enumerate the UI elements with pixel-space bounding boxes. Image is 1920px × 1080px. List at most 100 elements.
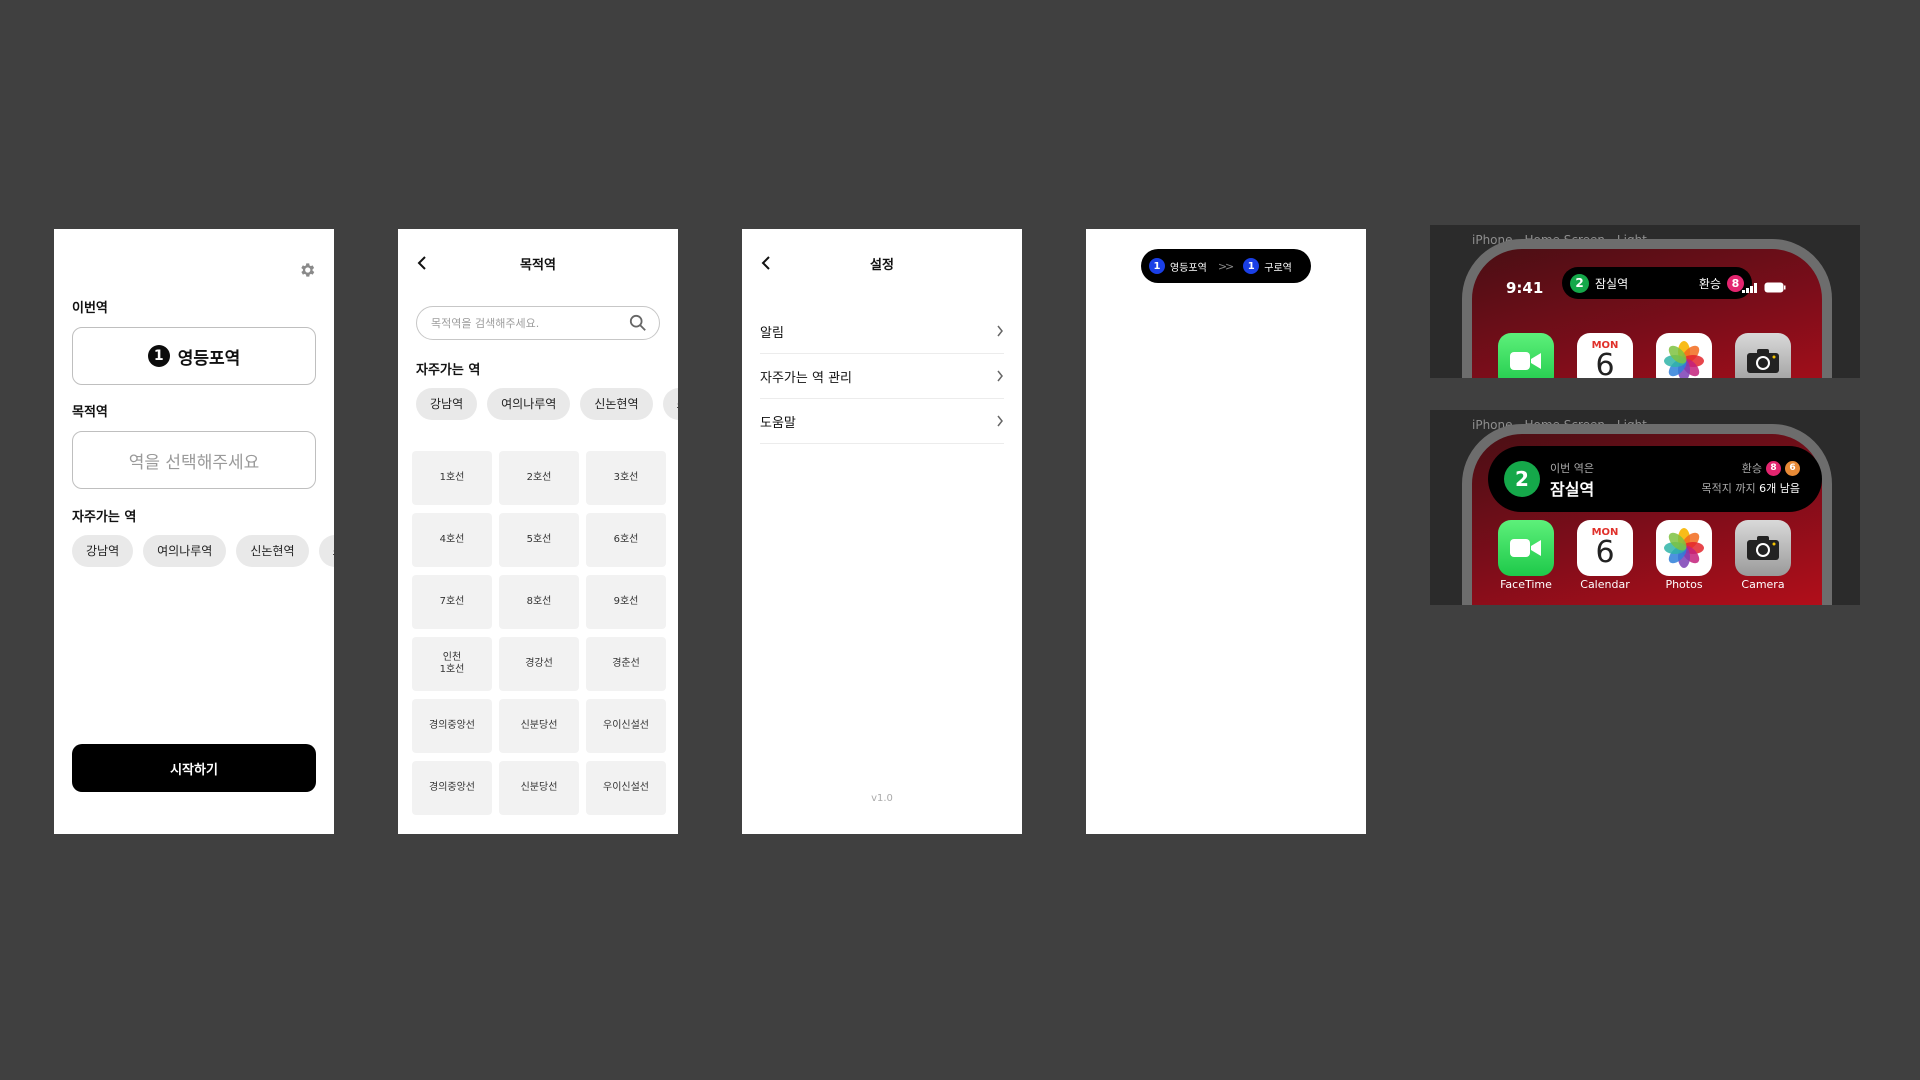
dynamic-island-compact: 2 잠실역 환승 8: [1562, 267, 1752, 299]
settings-screen: 설정 알림 자주가는 역 관리 도움말 v1.0: [742, 229, 1022, 834]
header: 설정: [742, 251, 1022, 275]
subway-line-cell[interactable]: 1호선: [412, 451, 492, 505]
destination-field[interactable]: 역을 선택해주세요: [72, 431, 316, 489]
transfer-label: 환승: [1698, 276, 1721, 291]
app-calendar[interactable]: MON 6 Calendar: [1577, 520, 1633, 591]
frequent-stations-chips: 강남역 여의나루역 신논현역 스: [72, 535, 334, 567]
menu-item-label: 자주가는 역 관리: [760, 370, 852, 386]
current-station-field[interactable]: 1 영등포역: [72, 327, 316, 385]
current-station: 잠실역: [1595, 276, 1629, 291]
dynamic-island-route: 1 영등포역 >> 1 구로역: [1141, 249, 1311, 283]
transfer-line-badge: 6: [1785, 460, 1800, 476]
station-chip[interactable]: 강남역: [416, 388, 478, 420]
subway-line-cell[interactable]: 5호선: [499, 513, 579, 567]
page-title: 설정: [870, 258, 894, 273]
photos-icon: [1656, 520, 1712, 576]
search-icon[interactable]: [629, 314, 647, 332]
from-line-badge: 1: [1149, 258, 1165, 274]
station-search-input[interactable]: 목적역을 검색해주세요.: [416, 306, 660, 340]
phone-frame: 2 이번 역은 잠실역 환승 8 6 목적지 까지 6개 남음 FaceTime: [1462, 424, 1832, 605]
subway-line-cell[interactable]: 경강선: [499, 637, 579, 691]
frequent-stations-chips: 강남역 여의나루역 신논현역 스: [416, 388, 678, 420]
subway-line-cell[interactable]: 신분당선: [499, 761, 579, 815]
signal-icon: [1742, 282, 1757, 293]
camera-icon: [1735, 333, 1791, 378]
station-chip[interactable]: 여의나루역: [487, 388, 571, 420]
menu-item-label: 도움말: [760, 415, 796, 431]
app-name: Camera: [1741, 578, 1785, 591]
destination-screen: 목적역 목적역을 검색해주세요. 자주가는 역 강남역 여의나루역 신논현역 스…: [398, 229, 678, 834]
app-camera[interactable]: [1735, 333, 1791, 378]
subway-line-cell[interactable]: 8호선: [499, 575, 579, 629]
current-station-name: 영등포역: [177, 348, 241, 369]
menu-item-frequent-stations[interactable]: 자주가는 역 관리: [760, 354, 1004, 399]
facetime-icon: [1498, 520, 1554, 576]
menu-item-label: 알림: [760, 325, 784, 341]
header: 목적역: [398, 251, 678, 275]
subway-line-cell[interactable]: 경의중앙선: [412, 761, 492, 815]
line-badge: 2: [1504, 461, 1540, 497]
status-icons: [1742, 282, 1786, 293]
station-chip[interactable]: 신논현역: [580, 388, 653, 420]
app-facetime[interactable]: FaceTime: [1498, 520, 1554, 591]
subway-line-cell[interactable]: 인천 1호선: [412, 637, 492, 691]
line-badge: 1: [147, 345, 170, 367]
page-title: 목적역: [520, 258, 556, 273]
subway-line-cell[interactable]: 4호선: [412, 513, 492, 567]
subway-line-cell[interactable]: 경춘선: [586, 637, 666, 691]
subway-line-cell[interactable]: 6호선: [586, 513, 666, 567]
chevron-right-icon: [997, 325, 1003, 337]
station-chip[interactable]: 스: [318, 535, 334, 567]
current-station: 잠실역: [1550, 480, 1595, 499]
status-time: 9:41: [1506, 279, 1544, 297]
menu-item-help[interactable]: 도움말: [760, 399, 1004, 444]
route-arrows-icon: >>: [1217, 259, 1235, 273]
settings-gear-icon[interactable]: [298, 261, 316, 279]
subway-line-cell[interactable]: 7호선: [412, 575, 492, 629]
iphone-preview-expanded: iPhone - Home Screen - Light 2 이번 역은 잠실역…: [1430, 410, 1860, 605]
transfer-line-badge: 8: [1766, 460, 1781, 476]
app-photos[interactable]: [1656, 333, 1712, 378]
chevron-right-icon: [997, 370, 1003, 382]
station-chip[interactable]: 여의나루역: [143, 535, 227, 567]
remaining-prefix: 목적지 까지: [1701, 482, 1756, 495]
subway-line-cell[interactable]: 경의중앙선: [412, 699, 492, 753]
subway-line-cell[interactable]: 우이신설선: [586, 761, 666, 815]
app-name: FaceTime: [1500, 578, 1552, 591]
app-facetime[interactable]: [1498, 333, 1554, 378]
subway-line-grid: 1호선 2호선 3호선 4호선 5호선 6호선 7호선 8호선 9호선인천 1호선 경강선 경춘선경…: [412, 451, 666, 815]
app-version: v1.0: [871, 793, 893, 804]
app-photos[interactable]: Photos: [1656, 520, 1712, 591]
dynamic-island-screen: 1 영등포역 >> 1 구로역: [1086, 229, 1366, 834]
subway-line-cell[interactable]: 신분당선: [499, 699, 579, 753]
calendar-icon: MON 6: [1577, 333, 1633, 378]
calendar-day: 6: [1595, 535, 1615, 570]
remaining-count: 6개 남음: [1759, 482, 1800, 495]
app-calendar[interactable]: MON 6: [1577, 333, 1633, 378]
this-station-label: 이번 역은: [1550, 462, 1594, 475]
calendar-icon: MON 6: [1577, 520, 1633, 576]
start-button[interactable]: 시작하기: [72, 744, 316, 792]
menu-item-notifications[interactable]: 알림: [760, 309, 1004, 354]
search-placeholder: 목적역을 검색해주세요.: [431, 317, 540, 330]
frequent-stations-label: 자주가는 역: [416, 363, 481, 378]
app-camera[interactable]: Camera: [1735, 520, 1791, 591]
transfer-info: 환승 8 6: [1742, 460, 1800, 476]
phone-frame: 9:41 2 잠실역 환승 8 MON 6: [1462, 239, 1832, 378]
frequent-stations-label: 자주가는 역: [72, 510, 137, 525]
station-chip[interactable]: 신논현역: [236, 535, 309, 567]
destination-label: 목적역: [72, 405, 108, 420]
settings-menu: 알림 자주가는 역 관리 도움말: [760, 309, 1004, 444]
subway-line-cell[interactable]: 우이신설선: [586, 699, 666, 753]
transfer-label: 환승: [1741, 462, 1762, 475]
station-chip[interactable]: 스: [662, 388, 678, 420]
calendar-day: 6: [1595, 348, 1615, 379]
line-badge: 2: [1570, 273, 1589, 293]
subway-line-cell[interactable]: 2호선: [499, 451, 579, 505]
home-screen: 이번역 1 영등포역 목적역 역을 선택해주세요 자주가는 역 강남역 여의나루…: [54, 229, 334, 834]
subway-line-cell[interactable]: 9호선: [586, 575, 666, 629]
subway-line-cell[interactable]: 3호선: [586, 451, 666, 505]
battery-icon: [1764, 282, 1786, 293]
facetime-icon: [1498, 333, 1554, 378]
station-chip[interactable]: 강남역: [72, 535, 134, 567]
